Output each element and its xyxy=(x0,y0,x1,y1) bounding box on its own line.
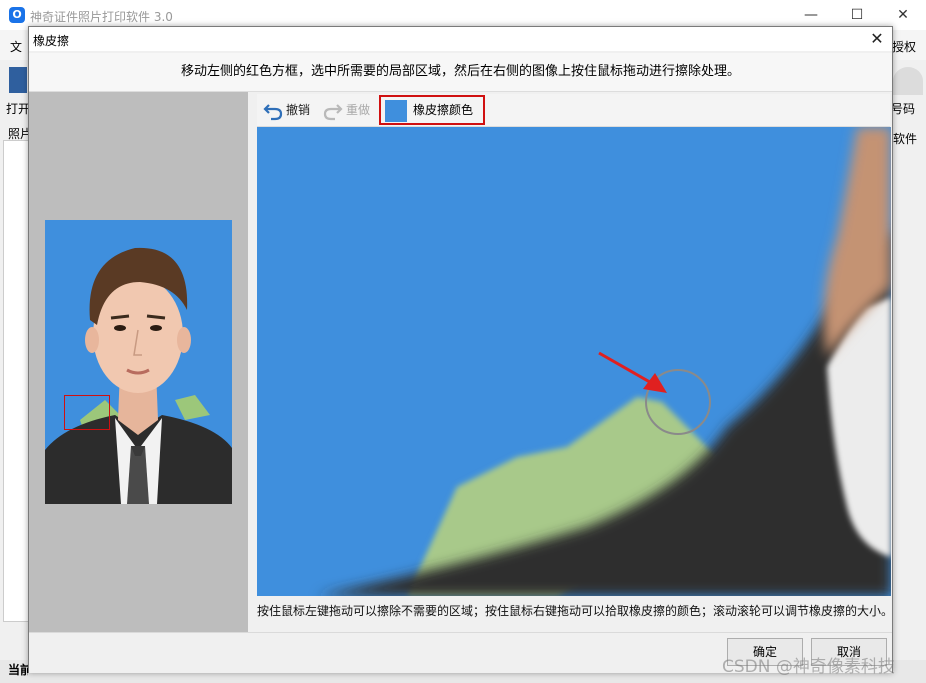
instruction-text: 移动左侧的红色方框，选中所需要的局部区域，然后在右侧的图像上按住鼠标拖动进行擦除… xyxy=(29,53,892,92)
menu-license-partial[interactable]: 授权 xyxy=(892,38,916,55)
app-logo-icon: O xyxy=(9,7,25,23)
open-icon[interactable] xyxy=(9,67,27,93)
eraser-color-swatch xyxy=(385,99,407,122)
zoomed-image xyxy=(257,127,891,596)
redo-button[interactable]: 重做 xyxy=(323,99,370,121)
dialog-title-bar: 橡皮擦 ✕ xyxy=(29,27,892,51)
dialog-title: 橡皮擦 xyxy=(33,34,70,48)
eraser-toolbar: 撤销 重做 橡皮擦颜色 xyxy=(257,94,890,127)
menu-file-partial[interactable]: 文 xyxy=(10,38,22,55)
eraser-color-button[interactable]: 橡皮擦颜色 xyxy=(379,95,486,125)
close-icon[interactable]: ✕ xyxy=(866,28,888,50)
app-right-strip xyxy=(891,60,926,683)
selection-box[interactable] xyxy=(64,395,110,430)
redo-label: 重做 xyxy=(346,103,371,117)
toolbar-open-partial[interactable]: 打开 xyxy=(6,100,28,117)
hint-text: 按住鼠标左键拖动可以擦除不需要的区域；按住鼠标右键拖动可以拾取橡皮擦的颜色；滚动… xyxy=(257,604,894,618)
status-partial: 当前照片 xyxy=(8,663,28,677)
erase-canvas[interactable] xyxy=(257,127,891,596)
eraser-color-label: 橡皮擦颜色 xyxy=(413,103,474,117)
photo-list-partial xyxy=(3,140,29,622)
thumbnail-panel xyxy=(29,92,248,632)
eraser-dialog: 橡皮擦 ✕ 移动左侧的红色方框，选中所需要的局部区域，然后在右侧的图像上按住鼠标… xyxy=(28,26,893,673)
side-right-partial: 软件 xyxy=(893,132,918,146)
undo-button[interactable]: 撤销 xyxy=(263,99,310,121)
redo-icon xyxy=(323,103,343,120)
user-icon[interactable] xyxy=(893,67,923,95)
undo-label: 撤销 xyxy=(286,103,311,117)
portrait-image xyxy=(45,220,232,504)
watermark: CSDN @神奇像素科技 xyxy=(722,657,895,677)
undo-icon xyxy=(263,103,283,120)
toolbar-id-partial[interactable]: 号码 xyxy=(891,100,926,117)
portrait-thumbnail[interactable] xyxy=(45,220,232,504)
app-title: 神奇证件照片打印软件 3.0 xyxy=(30,10,173,24)
